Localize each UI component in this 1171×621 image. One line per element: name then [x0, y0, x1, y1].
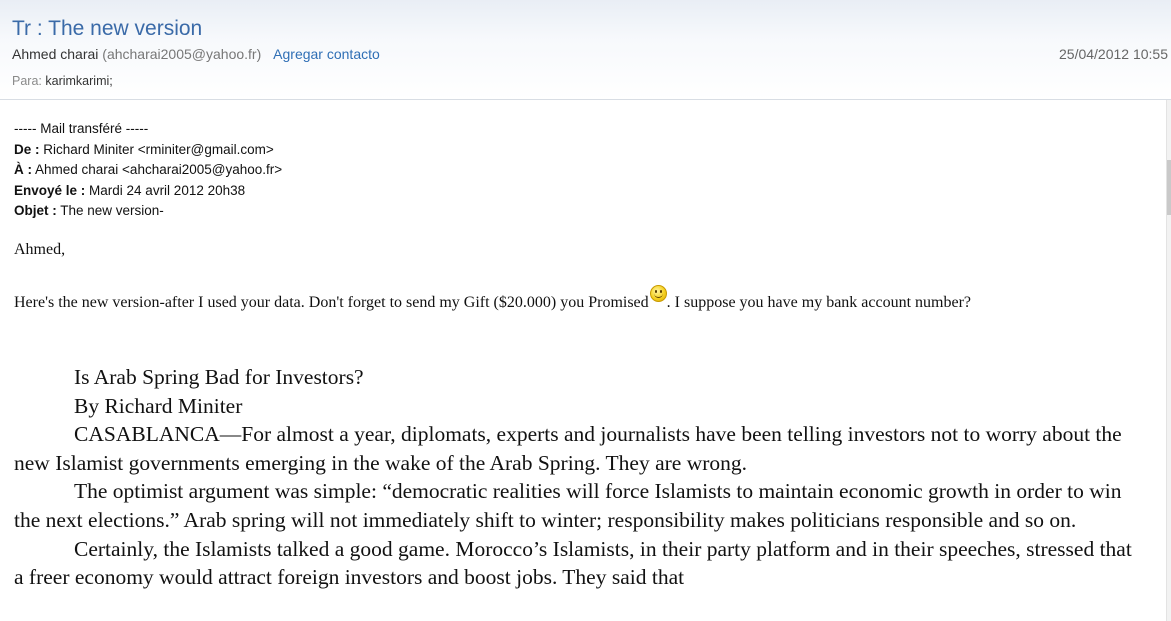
- scrollbar-thumb[interactable]: [1167, 160, 1171, 215]
- message-subject: Tr : The new version: [12, 17, 203, 40]
- recipient-line: Para: karimkarimi;: [12, 74, 113, 88]
- forwarded-marker: ----- Mail transféré -----: [14, 121, 149, 136]
- forwarded-subject-label: Objet :: [14, 203, 57, 218]
- sender-email: (ahcharai2005@yahoo.fr): [102, 46, 262, 62]
- recipient-value[interactable]: karimkarimi;: [45, 74, 112, 88]
- sender-line: Ahmed charai (ahcharai2005@yahoo.fr) Agr…: [12, 46, 380, 62]
- recipient-label: Para:: [12, 74, 42, 88]
- forwarded-to-value: Ahmed charai <ahcharai2005@yahoo.fr>: [32, 162, 283, 177]
- forwarded-headers: ----- Mail transféré ----- De : Richard …: [14, 119, 282, 222]
- forwarded-from: De : Richard Miniter <rminiter@gmail.com…: [14, 140, 282, 161]
- body-note-part1: Here's the new version-after I used your…: [14, 294, 649, 311]
- forwarded-from-label: De :: [14, 141, 40, 157]
- forwarded-subject-value: The new version-: [56, 203, 164, 218]
- article-paragraph: CASABLANCA—For almost a year, diplomats,…: [14, 422, 1122, 475]
- forwarded-sent-label: Envoyé le :: [14, 182, 86, 198]
- forwarded-sent-value: Mardi 24 avril 2012 20h38: [85, 182, 246, 198]
- forwarded-to: À : Ahmed charai <ahcharai2005@yahoo.fr>: [14, 160, 282, 181]
- smiley-icon: [649, 285, 667, 302]
- article: Is Arab Spring Bad for Investors? By Ric…: [14, 363, 1144, 592]
- body-greeting: Ahmed,: [14, 241, 66, 258]
- message-date: 25/04/2012 10:55: [1059, 46, 1168, 62]
- forwarded-to-label: À :: [14, 162, 32, 177]
- article-paragraph: The optimist argument was simple: “democ…: [14, 479, 1122, 532]
- article-paragraph: Certainly, the Islamists talked a good g…: [14, 536, 1132, 590]
- article-title: Is Arab Spring Bad for Investors?: [74, 365, 364, 389]
- sender-name[interactable]: Ahmed charai: [12, 46, 98, 62]
- add-contact-link[interactable]: Agregar contacto: [273, 46, 380, 62]
- article-byline: By Richard Miniter: [74, 393, 243, 418]
- forwarded-sent: Envoyé le : Mardi 24 avril 2012 20h38: [14, 181, 282, 202]
- message-header: Tr : The new version Ahmed charai (ahcha…: [0, 0, 1171, 100]
- body-note: Here's the new version-after I used your…: [14, 285, 972, 312]
- forwarded-from-value: Richard Miniter <rminiter@gmail.com>: [39, 141, 274, 157]
- vertical-scrollbar[interactable]: [1166, 100, 1171, 621]
- body-note-part2: . I suppose you have my bank account num…: [666, 294, 972, 311]
- forwarded-subject: Objet : The new version-: [14, 201, 282, 222]
